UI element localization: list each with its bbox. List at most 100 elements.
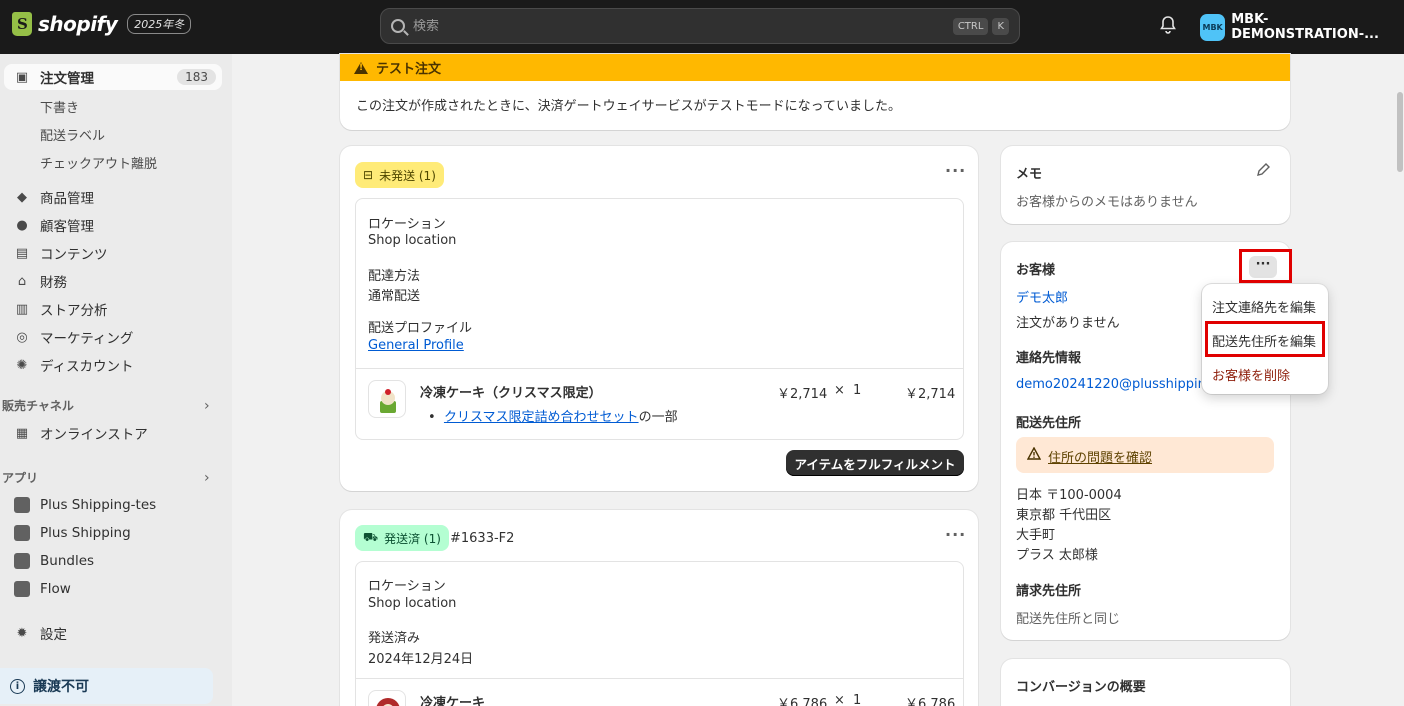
non-transferable-badge[interactable]: i 譲渡不可	[0, 668, 213, 704]
chevron-right-icon[interactable]: ›	[204, 470, 210, 486]
billing-address-title: 請求先住所	[1016, 584, 1082, 599]
item-qty: 1	[853, 693, 862, 706]
sidebar-item-label: ストア分析	[40, 303, 108, 319]
product-thumbnail[interactable]	[368, 690, 406, 706]
shipped-label: 発送済み	[368, 631, 421, 646]
sidebar: ▣ 注文管理 183 下書き 配送ラベル チェックアウト離脱 ◆ 商品管理 ● …	[0, 54, 232, 706]
storefront-icon: ▦	[15, 425, 29, 441]
sidebar-item-finance[interactable]: ⌂ 財務	[4, 268, 222, 294]
app-icon	[14, 553, 30, 569]
location-value: Shop location	[368, 596, 457, 611]
bank-icon: ⌂	[17, 273, 27, 289]
memo-title: メモ	[1016, 167, 1043, 182]
sidebar-item-label: ディスカウント	[40, 359, 134, 375]
person-icon: ●	[16, 217, 28, 233]
highlight-edit-shipping	[1205, 321, 1325, 357]
edit-contact-menu-item[interactable]: 注文連絡先を編集	[1212, 297, 1316, 316]
sidebar-app-flow[interactable]: Flow	[4, 576, 222, 602]
sidebar-item-settings[interactable]: ✹ 設定	[4, 620, 222, 646]
unfulfilled-badge-label: 未発送 (1)	[379, 168, 436, 183]
item-qty: 1	[853, 383, 862, 398]
top-bar: shopify 2025年冬 CTRL K MBK MBK-DEMONSTRAT…	[0, 0, 1404, 54]
image-icon: ▤	[15, 245, 29, 261]
store-menu[interactable]: MBK MBK-DEMONSTRATION-...	[1200, 12, 1404, 42]
item-price: ￥2,714	[777, 387, 828, 402]
shopify-bag-icon	[12, 12, 32, 36]
warning-icon	[1026, 446, 1042, 464]
sidebar-item-orders[interactable]: ▣ 注文管理 183	[4, 64, 222, 90]
delivery-method-value: 通常配送	[368, 289, 421, 304]
search-input[interactable]	[413, 18, 949, 34]
sidebar-item-products[interactable]: ◆ 商品管理	[4, 184, 222, 210]
item-name[interactable]: 冷凍ケーキ	[420, 692, 485, 706]
customer-orders: 注文がありません	[1016, 316, 1120, 331]
sidebar-item-online-store[interactable]: ▦ オンラインストア	[4, 420, 222, 446]
edition-badge: 2025年冬	[127, 14, 192, 34]
fulfill-items-button[interactable]: アイテムをフルフィルメント	[786, 450, 964, 476]
sidebar-item-label: Flow	[40, 581, 71, 597]
customer-name-link[interactable]: デモ太郎	[1016, 287, 1068, 306]
more-actions-icon[interactable]: ···	[945, 525, 966, 544]
sidebar-sub-shipping-labels[interactable]: 配送ラベル	[40, 125, 105, 144]
app-icon	[14, 525, 30, 541]
apps-label: アプリ	[2, 471, 39, 485]
bundle-link[interactable]: クリスマス限定詰め合わせセット	[444, 410, 639, 425]
sidebar-item-discounts[interactable]: ✺ ディスカウント	[4, 352, 222, 378]
item-total: ￥6,786	[905, 697, 956, 706]
shipping-profile-link[interactable]: General Profile	[368, 338, 464, 353]
sidebar-sub-drafts[interactable]: 下書き	[40, 97, 79, 116]
highlight-more-button	[1239, 249, 1292, 283]
shipping-profile-label: 配送プロファイル	[368, 321, 473, 336]
sidebar-app-plus-shipping-tes[interactable]: Plus Shipping-tes	[4, 492, 222, 518]
target-icon: ◎	[16, 329, 28, 345]
pencil-icon[interactable]	[1256, 162, 1271, 181]
info-icon: i	[10, 678, 25, 694]
contact-title: 連絡先情報	[1016, 351, 1082, 366]
sidebar-item-content[interactable]: ▤ コンテンツ	[4, 240, 222, 266]
sidebar-sub-abandoned-checkouts[interactable]: チェックアウト離脱	[40, 153, 157, 172]
chevron-right-icon[interactable]: ›	[204, 398, 210, 414]
location-value: Shop location	[368, 233, 457, 248]
address-line-3: 大手町	[1016, 528, 1056, 543]
shopify-logo[interactable]: shopify 2025年冬	[12, 12, 192, 36]
fulfilled-card: ⛟ 発送済 (1) #1633-F2 ··· ロケーション Shop locat…	[340, 510, 978, 706]
address-line-2: 東京都 千代田区	[1016, 508, 1112, 523]
sidebar-item-label: Plus Shipping	[40, 525, 131, 541]
address-line-4: プラス 太郎様	[1016, 548, 1098, 563]
warning-icon	[354, 61, 368, 74]
item-name[interactable]: 冷凍ケーキ（クリスマス限定）	[420, 382, 602, 401]
fulfillment-details	[355, 561, 964, 706]
shortcut-k: K	[992, 17, 1009, 35]
sidebar-app-bundles[interactable]: Bundles	[4, 548, 222, 574]
times-sign: ×	[834, 693, 845, 706]
sidebar-item-analytics[interactable]: ▥ ストア分析	[4, 296, 222, 322]
customer-email-link[interactable]: demo20241220@plusshipping	[1016, 377, 1214, 392]
test-order-message: この注文が作成されたときに、決済ゲートウェイサービスがテストモードになっていまし…	[356, 99, 901, 114]
search-bar[interactable]: CTRL K	[380, 8, 1020, 44]
sidebar-item-label: Plus Shipping-tes	[40, 497, 157, 513]
sidebar-item-customers[interactable]: ● 顧客管理	[4, 212, 222, 238]
bundle-suffix: の一部	[638, 410, 678, 425]
logo-text: shopify	[38, 12, 118, 36]
address-issue-link[interactable]: 住所の問題を確認	[1048, 447, 1152, 466]
sidebar-item-label: Bundles	[40, 553, 95, 569]
unfulfilled-badge: ⊟ 未発送 (1)	[355, 162, 444, 188]
sidebar-item-marketing[interactable]: ◎ マーケティング	[4, 324, 222, 350]
sidebar-item-label: 商品管理	[40, 191, 94, 207]
store-avatar: MBK	[1200, 13, 1226, 41]
sidebar-app-plus-shipping[interactable]: Plus Shipping	[4, 520, 222, 546]
bell-icon[interactable]	[1160, 16, 1178, 36]
sidebar-item-label: 財務	[40, 275, 67, 291]
discount-icon: ✺	[16, 357, 28, 373]
bullet: •	[428, 410, 444, 425]
address-line-1: 日本 〒100-0004	[1016, 488, 1122, 503]
flow-icon	[14, 581, 30, 597]
customer-title: お客様	[1016, 263, 1056, 278]
shortcut-ctrl: CTRL	[952, 17, 989, 35]
fulfilled-badge: ⛟ 発送済 (1)	[355, 525, 449, 551]
delete-customer-menu-item[interactable]: お客様を削除	[1212, 365, 1290, 384]
conversion-title: コンバージョンの概要	[1016, 680, 1146, 695]
more-actions-icon[interactable]: ···	[945, 161, 966, 180]
product-thumbnail[interactable]	[368, 380, 406, 418]
scrollbar-thumb[interactable]	[1397, 92, 1403, 172]
